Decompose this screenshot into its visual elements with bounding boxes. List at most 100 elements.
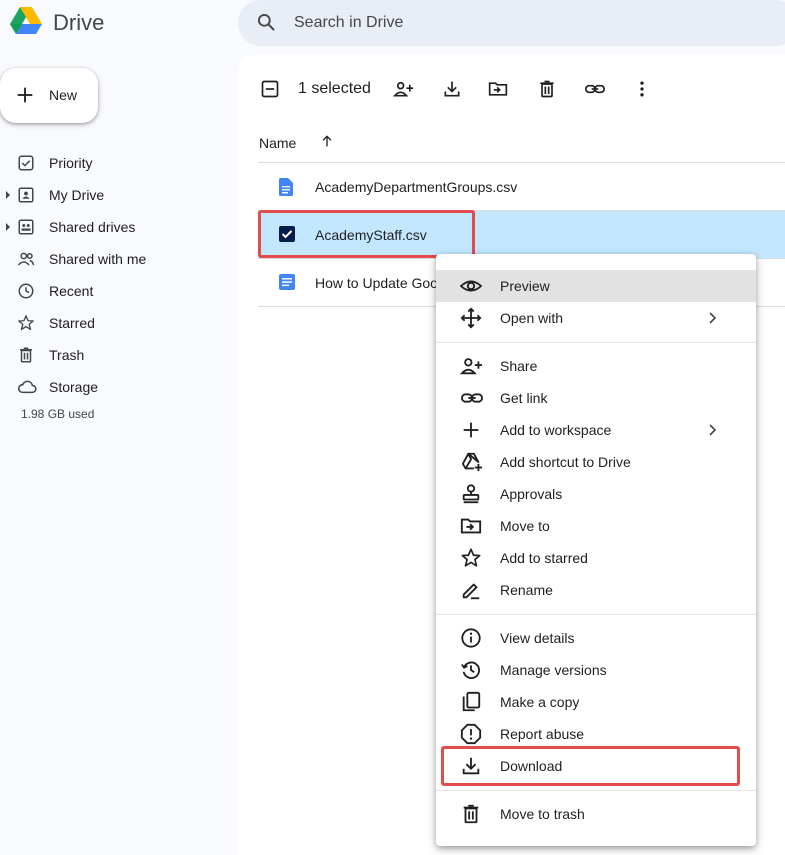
menu-item-label: Share (500, 358, 538, 374)
report-icon (460, 723, 482, 745)
priority-icon (17, 154, 35, 172)
menu-item-add-to-starred[interactable]: Add to starred (436, 542, 756, 574)
sidebar-item-label: Recent (49, 283, 94, 299)
folder-move-icon (460, 515, 482, 537)
expand-caret-icon[interactable] (6, 223, 10, 231)
sidebar-item-trash[interactable]: Trash (0, 339, 230, 371)
approval-stamp-icon (460, 483, 482, 505)
doc-icon (279, 274, 295, 290)
menu-item-label: Move to (500, 518, 550, 534)
menu-item-label: Make a copy (500, 694, 580, 710)
doc-icon (279, 178, 293, 196)
more-vert-icon[interactable] (636, 79, 648, 99)
sidebar-item-label: Shared drives (49, 219, 136, 235)
menu-divider (436, 790, 756, 791)
menu-item-open-with[interactable]: Open with (436, 302, 756, 334)
star-icon (17, 314, 35, 332)
pencil-icon (460, 579, 482, 601)
sidebar-item-label: Trash (49, 347, 85, 363)
sort-arrow-up-icon[interactable] (319, 133, 335, 149)
menu-item-move-to[interactable]: Move to (436, 510, 756, 542)
sidebar-item-shared-drives[interactable]: Shared drives (0, 211, 230, 243)
menu-item-add-shortcut[interactable]: Add shortcut to Drive (436, 446, 756, 478)
chevron-right-icon (706, 422, 720, 438)
file-name: AcademyDepartmentGroups.csv (315, 179, 518, 195)
menu-item-make-a-copy[interactable]: Make a copy (436, 686, 756, 718)
menu-item-label: Rename (500, 582, 553, 598)
star-icon (460, 547, 482, 569)
menu-item-label: Preview (500, 278, 550, 294)
sidebar-item-label: Priority (49, 155, 93, 171)
sidebar-item-storage[interactable]: Storage (0, 371, 230, 403)
menu-item-label: Open with (500, 310, 564, 326)
menu-item-label: Get link (500, 390, 548, 406)
menu-item-add-to-workspace[interactable]: Add to workspace (436, 414, 756, 446)
menu-item-label: Add shortcut to Drive (500, 454, 631, 470)
sidebar-item-priority[interactable]: Priority (0, 147, 230, 179)
expand-caret-icon[interactable] (6, 191, 10, 199)
search-input[interactable]: Search in Drive (294, 14, 403, 32)
menu-item-label: Report abuse (500, 726, 585, 742)
menu-item-label: View details (500, 630, 575, 646)
sidebar-item-my-drive[interactable]: My Drive (0, 179, 230, 211)
menu-item-get-link[interactable]: Get link (436, 382, 756, 414)
new-button-label: New (49, 87, 78, 103)
cloud-icon (17, 378, 37, 396)
menu-item-view-details[interactable]: View details (436, 622, 756, 654)
column-header-name[interactable]: Name (259, 135, 296, 151)
sidebar-item-label: Shared with me (49, 251, 147, 267)
sidebar-item-label: My Drive (49, 187, 105, 203)
menu-item-approvals[interactable]: Approvals (436, 478, 756, 510)
plus-icon (14, 84, 36, 106)
shared-drives-icon (17, 218, 35, 236)
search-bar[interactable]: Search in Drive (238, 0, 785, 46)
deselect-icon[interactable] (260, 79, 280, 99)
add-shortcut-icon (460, 451, 484, 473)
storage-used-text: 1.98 GB used (21, 407, 95, 421)
menu-item-label: Move to trash (500, 806, 585, 822)
sidebar-item-shared-with-me[interactable]: Shared with me (0, 243, 230, 275)
download-icon[interactable] (442, 79, 462, 99)
menu-item-label: Approvals (500, 486, 563, 502)
menu-item-label: Add to starred (500, 550, 588, 566)
menu-item-preview[interactable]: Preview (436, 270, 756, 302)
sidebar-item-label: Starred (49, 315, 95, 331)
file-name: How to Update Goo (315, 275, 438, 291)
person-add-icon (460, 355, 484, 377)
file-row[interactable]: AcademyDepartmentGroups.csv (258, 163, 785, 210)
shared-with-me-icon (17, 250, 35, 268)
search-icon[interactable] (256, 12, 276, 32)
link-icon[interactable] (584, 79, 606, 99)
info-icon (460, 627, 482, 649)
move-arrows-icon (460, 307, 482, 329)
drive-logo[interactable] (8, 5, 44, 39)
share-icon[interactable] (393, 79, 415, 99)
plus-icon (460, 419, 482, 441)
history-icon (460, 659, 482, 681)
copy-icon (460, 691, 482, 713)
link-icon (460, 387, 484, 409)
menu-divider (436, 342, 756, 343)
menu-item-manage-versions[interactable]: Manage versions (436, 654, 756, 686)
my-drive-icon (17, 186, 35, 204)
sidebar-item-starred[interactable]: Starred (0, 307, 230, 339)
menu-item-label: Add to workspace (500, 422, 612, 438)
eye-icon (460, 275, 482, 297)
annotation-highlight-selected-file (258, 210, 475, 258)
trash-icon[interactable] (537, 79, 557, 99)
move-icon[interactable] (488, 79, 508, 99)
app-title: Drive (53, 10, 105, 35)
menu-item-share[interactable]: Share (436, 350, 756, 382)
menu-divider (436, 614, 756, 615)
sidebar-item-label: Storage (49, 379, 99, 395)
menu-item-rename[interactable]: Rename (436, 574, 756, 606)
new-button[interactable]: New (0, 68, 98, 123)
sidebar-item-recent[interactable]: Recent (0, 275, 230, 307)
chevron-right-icon (706, 310, 720, 326)
trash-icon (460, 803, 482, 825)
menu-item-label: Manage versions (500, 662, 607, 678)
clock-icon (17, 282, 35, 300)
menu-item-move-to-trash[interactable]: Move to trash (436, 798, 756, 830)
annotation-highlight-download (441, 746, 740, 786)
selection-count: 1 selected (298, 80, 371, 97)
